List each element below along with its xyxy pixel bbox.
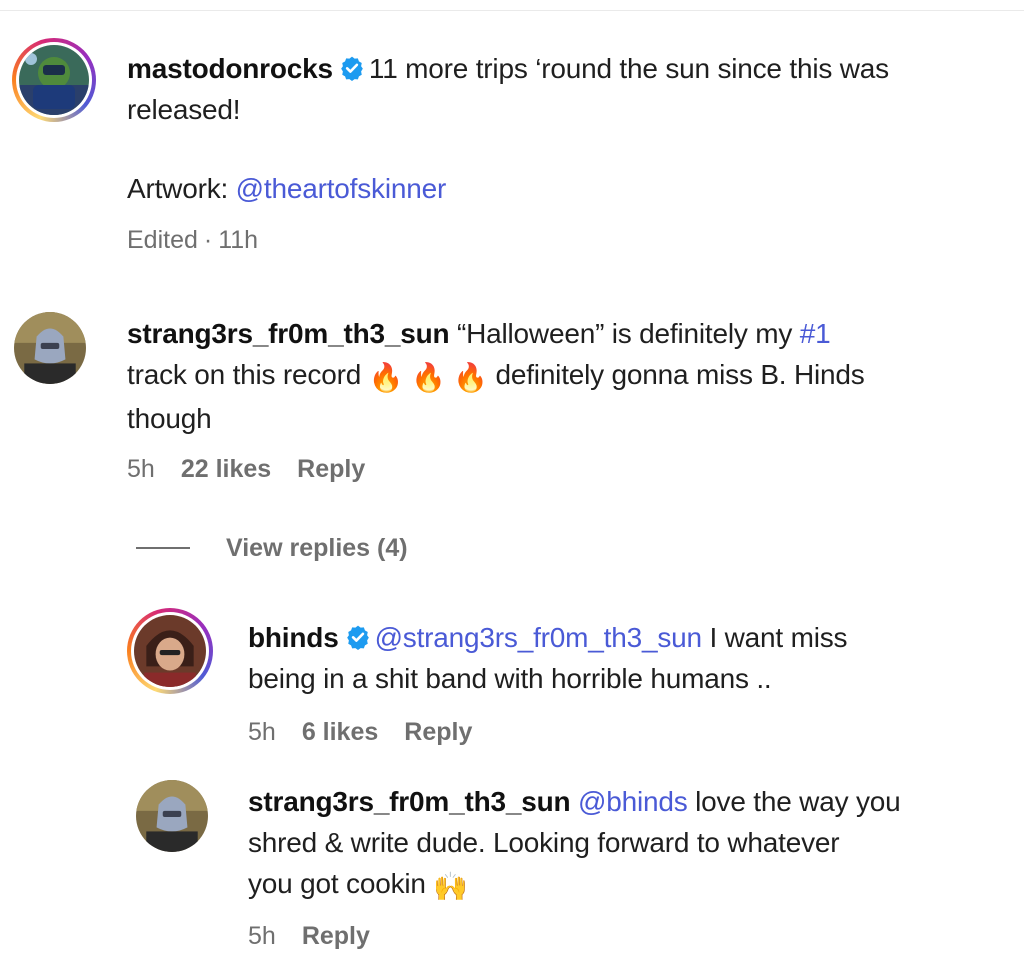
reply-text: you got cookin xyxy=(248,868,434,899)
reply-meta: 5h Reply xyxy=(248,922,396,951)
likes-count[interactable]: 22 likes xyxy=(181,455,271,483)
reply-button[interactable]: Reply xyxy=(297,455,365,483)
avatar-image xyxy=(19,45,89,115)
hashtag-link[interactable]: #1 xyxy=(800,318,831,349)
comment-meta: 5h 22 likes Reply xyxy=(127,455,391,484)
avatar-strang3rs[interactable] xyxy=(136,780,208,852)
reply-text: I want miss xyxy=(701,622,848,653)
view-replies-toggle[interactable]: View replies (4) xyxy=(136,533,408,563)
fire-emoji-icon: 🔥 xyxy=(368,362,404,393)
timestamp[interactable]: 5h xyxy=(127,455,155,483)
timestamp[interactable]: 5h xyxy=(248,922,276,950)
avatar-image xyxy=(14,312,86,384)
comment-text: definitely gonna miss B. Hinds xyxy=(487,359,865,390)
reply-button[interactable]: Reply xyxy=(404,718,472,746)
mention-link[interactable]: @bhinds xyxy=(578,786,688,817)
view-replies-label[interactable]: View replies (4) xyxy=(226,534,408,563)
comment-body: strang3rs_fr0m_th3_sun “Halloween” is de… xyxy=(127,313,1017,439)
reply-text: love the way you xyxy=(687,786,901,817)
fire-emoji-icon: 🔥 xyxy=(410,362,446,393)
comment-username[interactable]: strang3rs_fr0m_th3_sun xyxy=(127,318,450,349)
reply-button[interactable]: Reply xyxy=(302,922,370,950)
comment-username[interactable]: mastodonrocks xyxy=(127,53,333,84)
comment-meta: Edited · 11h xyxy=(127,226,284,255)
reply-body: bhinds @strang3rs_fr0m_th3_sun I want mis… xyxy=(248,617,1018,699)
comment-text: “Halloween” is definitely my xyxy=(457,318,800,349)
avatar-image xyxy=(134,615,206,687)
likes-count[interactable]: 6 likes xyxy=(302,718,378,746)
comment-body: mastodonrocks 11 more trips ‘round the su… xyxy=(127,48,1017,130)
top-divider xyxy=(0,10,1024,11)
verified-badge-icon xyxy=(341,56,363,81)
timestamp[interactable]: 5h xyxy=(248,718,276,746)
avatar-bhinds[interactable] xyxy=(127,608,213,694)
reply-username[interactable]: bhinds xyxy=(248,622,339,653)
fire-emoji-icon: 🔥 xyxy=(453,362,488,393)
artwork-line: Artwork: @theartofskinner xyxy=(127,168,446,209)
avatar-mastodonrocks[interactable] xyxy=(12,38,96,122)
avatar-image xyxy=(136,780,208,852)
edited-label: Edited xyxy=(127,226,198,254)
mention-link[interactable]: @theartofskinner xyxy=(236,173,447,204)
reply-body: strang3rs_fr0m_th3_sun @bhinds love the … xyxy=(248,781,1018,907)
meta-separator: · xyxy=(203,226,213,254)
verified-badge-icon xyxy=(346,625,369,650)
reply-text: shred & write dude. Looking forward to w… xyxy=(248,827,840,858)
reply-text: being in a shit band with horrible human… xyxy=(248,663,772,694)
comment-text: track on this record xyxy=(127,359,369,390)
view-replies-dash xyxy=(136,547,190,549)
mention-link[interactable]: @strang3rs_fr0m_th3_sun xyxy=(375,622,703,653)
raising-hands-emoji-icon: 🙌 xyxy=(433,871,469,902)
timestamp[interactable]: 11h xyxy=(218,226,258,254)
artwork-label: Artwork: xyxy=(127,173,236,204)
reply-meta: 5h 6 likes Reply xyxy=(248,718,498,747)
reply-username[interactable]: strang3rs_fr0m_th3_sun xyxy=(248,786,571,817)
comment-text: 11 more trips ‘round the sun since this … xyxy=(368,53,889,84)
avatar-strang3rs[interactable] xyxy=(14,312,86,384)
comment-text: released! xyxy=(127,94,241,125)
comment-text: though xyxy=(127,403,212,434)
